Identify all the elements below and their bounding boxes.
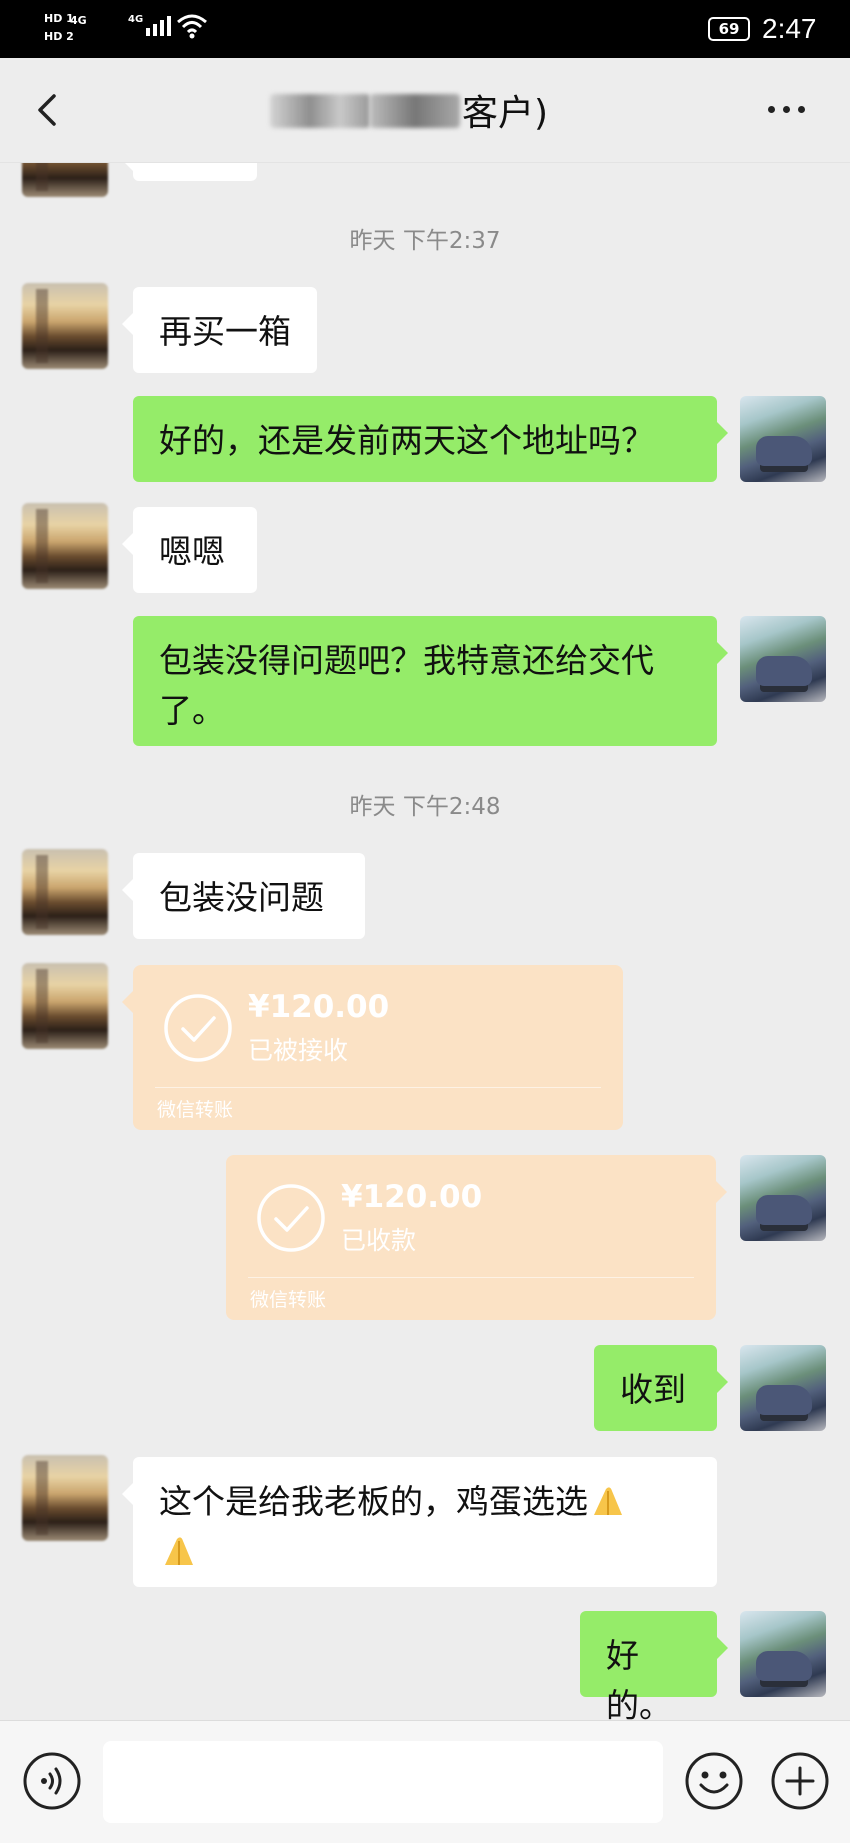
contact-avatar[interactable] <box>22 283 108 369</box>
my-avatar[interactable] <box>740 1155 826 1241</box>
transfer-label: 微信转账 <box>250 1289 327 1311</box>
received-message[interactable]: 再买一箱 <box>122 287 317 373</box>
received-message[interactable]: 嗯嗯 <box>122 507 257 593</box>
received-message[interactable]: 这个是给我老板的，鸡蛋选选 <box>122 1457 717 1587</box>
transfer-status: 已被接收 <box>248 1036 349 1065</box>
divider <box>248 1277 694 1278</box>
my-avatar[interactable] <box>740 1611 826 1697</box>
sent-message[interactable]: 好的。 <box>580 1611 728 1720</box>
message-text: 包装没问题 <box>159 878 324 917</box>
more-options-icon[interactable] <box>768 106 805 113</box>
input-bar <box>0 1720 850 1843</box>
transfer-status: 已收款 <box>341 1226 417 1255</box>
signal-icon <box>146 16 171 36</box>
network-type-2: 4G <box>128 14 144 25</box>
message-bubble-partial[interactable] <box>122 163 257 181</box>
network-type-1: 4G <box>70 14 87 27</box>
transfer-card-sent[interactable]: ¥120.00 已收款 微信转账 <box>226 1155 727 1320</box>
folded-hands-emoji-icon <box>165 1536 193 1565</box>
received-message[interactable]: 包装没问题 <box>122 853 365 939</box>
message-list[interactable]: 昨天 下午2:37 再买一箱 好的，还是发前两天这个地址吗？ 嗯嗯 包装没得问题… <box>0 163 850 1720</box>
contact-avatar[interactable] <box>22 963 108 1049</box>
message-text: 再买一箱 <box>159 312 291 351</box>
chat-title: 客户) <box>462 93 549 134</box>
message-text: 好的。 <box>606 1636 672 1720</box>
my-avatar[interactable] <box>740 396 826 482</box>
battery-icon: 69 <box>708 17 750 41</box>
voice-input-icon[interactable] <box>22 1751 82 1811</box>
contact-avatar[interactable] <box>22 1455 108 1541</box>
message-text: 好的，还是发前两天这个地址吗？ <box>159 421 654 460</box>
contact-avatar[interactable] <box>22 849 108 935</box>
contact-avatar[interactable] <box>22 163 108 197</box>
transfer-amount: ¥120.00 <box>248 989 390 1025</box>
status-bar: HD 1 HD 2 4G 4G 69 2:47 <box>0 0 850 58</box>
sim2-label: HD 2 <box>44 30 74 43</box>
my-avatar[interactable] <box>740 1345 826 1431</box>
wifi-icon <box>177 14 207 39</box>
clock: 2:47 <box>762 13 817 44</box>
contact-avatar[interactable] <box>22 503 108 589</box>
timestamp: 昨天 下午2:48 <box>349 794 501 820</box>
emoji-picker-icon[interactable] <box>684 1751 744 1811</box>
transfer-amount: ¥120.00 <box>341 1179 483 1215</box>
message-text: 收到 <box>620 1370 686 1409</box>
message-text-line-2: 了。 <box>159 691 225 730</box>
message-input[interactable] <box>103 1741 663 1823</box>
divider <box>155 1087 601 1088</box>
folded-hands-emoji-icon <box>594 1486 622 1515</box>
message-text: 这个是给我老板的，鸡蛋选选 <box>159 1482 588 1521</box>
check-circle-icon <box>257 1184 325 1252</box>
title-redacted-part <box>370 94 460 128</box>
transfer-card-received[interactable]: ¥120.00 已被接收 微信转账 <box>122 965 623 1130</box>
check-circle-icon <box>164 994 232 1062</box>
transfer-label: 微信转账 <box>157 1099 234 1121</box>
timestamp: 昨天 下午2:37 <box>349 228 501 254</box>
title-redacted-part <box>270 94 370 128</box>
message-text: 包装没得问题吧？我特意还给交代 <box>159 641 654 680</box>
chat-header: 客户) <box>0 58 850 163</box>
sent-message[interactable]: 收到 <box>594 1345 728 1431</box>
sent-message[interactable]: 包装没得问题吧？我特意还给交代 了。 <box>133 616 728 746</box>
my-avatar[interactable] <box>740 616 826 702</box>
sent-message[interactable]: 好的，还是发前两天这个地址吗？ <box>133 396 728 482</box>
more-functions-plus-icon[interactable] <box>770 1751 830 1811</box>
back-arrow-icon[interactable] <box>26 88 70 132</box>
message-text: 嗯嗯 <box>159 532 225 571</box>
